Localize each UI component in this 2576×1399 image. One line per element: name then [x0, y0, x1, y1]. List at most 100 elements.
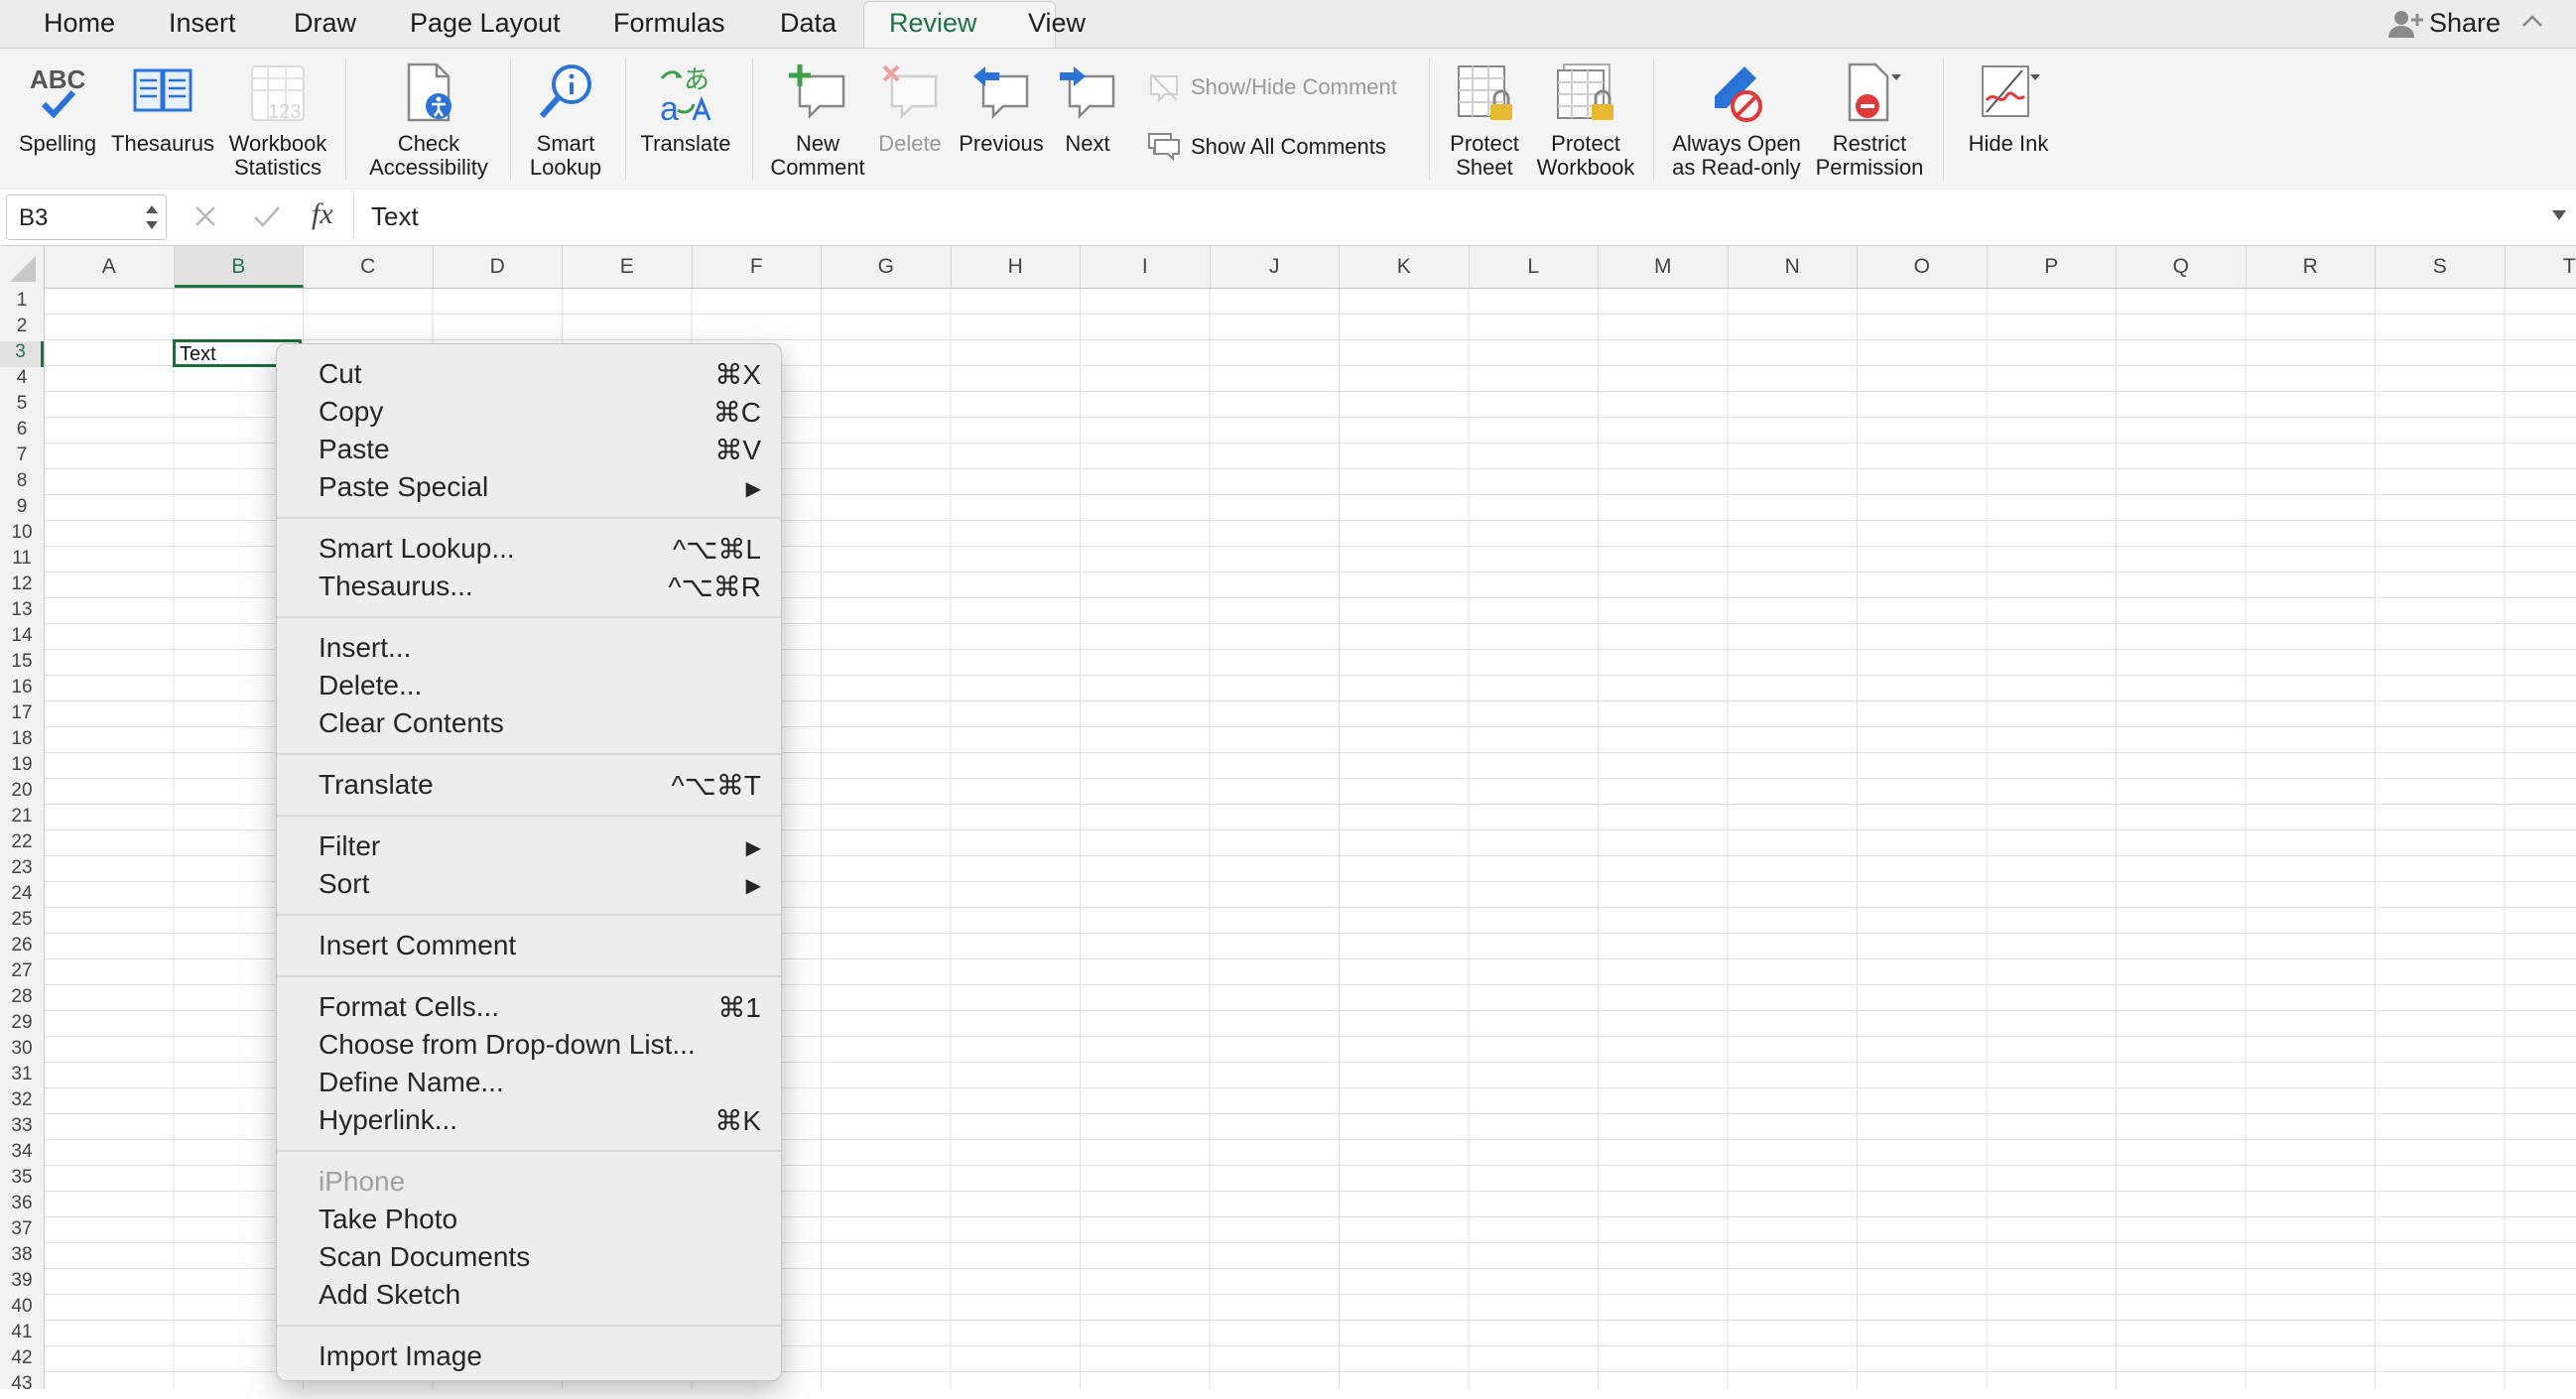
menu-item-hyperlink[interactable]: Hyperlink...⌘K	[277, 1100, 781, 1138]
check-accessibility-button[interactable]: CheckAccessibility	[357, 49, 500, 190]
column-header-g[interactable]: G	[822, 246, 952, 288]
row-header-21[interactable]: 21	[0, 806, 44, 831]
row-header-38[interactable]: 38	[0, 1244, 44, 1270]
restrict-permission-button[interactable]: RestrictPermission	[1806, 49, 1933, 190]
row-header-28[interactable]: 28	[0, 986, 44, 1012]
row-header-16[interactable]: 16	[0, 677, 44, 702]
column-header-j[interactable]: J	[1211, 246, 1341, 288]
menu-item-clear-contents[interactable]: Clear Contents	[277, 703, 781, 741]
confirm-entry-icon[interactable]	[252, 203, 282, 229]
column-header-n[interactable]: N	[1729, 246, 1859, 288]
menu-item-copy[interactable]: Copy⌘C	[277, 392, 781, 430]
row-header-9[interactable]: 9	[0, 496, 44, 522]
column-header-q[interactable]: Q	[2117, 246, 2247, 288]
row-header-35[interactable]: 35	[0, 1167, 44, 1193]
row-header-29[interactable]: 29	[0, 1012, 44, 1038]
row-header-5[interactable]: 5	[0, 393, 44, 419]
column-header-e[interactable]: E	[563, 246, 693, 288]
row-header-19[interactable]: 19	[0, 754, 44, 780]
row-header-34[interactable]: 34	[0, 1141, 44, 1167]
row-header-42[interactable]: 42	[0, 1347, 44, 1373]
menu-item-thesaurus[interactable]: Thesaurus...^⌥⌘R	[277, 567, 781, 604]
collapse-ribbon-chevron-icon[interactable]	[2520, 12, 2544, 32]
tab-review[interactable]: Review	[889, 8, 977, 39]
column-header-p[interactable]: P	[1988, 246, 2118, 288]
menu-item-paste[interactable]: Paste⌘V	[277, 430, 781, 467]
row-header-22[interactable]: 22	[0, 831, 44, 857]
column-header-b[interactable]: B	[175, 246, 305, 288]
tab-page-layout[interactable]: Page Layout	[410, 8, 561, 39]
menu-item-import-image[interactable]: Import Image	[277, 1336, 781, 1374]
tab-home[interactable]: Home	[44, 8, 115, 39]
row-header-14[interactable]: 14	[0, 625, 44, 651]
row-header-43[interactable]: 43	[0, 1373, 44, 1399]
select-all-corner[interactable]	[0, 246, 45, 288]
column-header-h[interactable]: H	[952, 246, 1082, 288]
row-header-10[interactable]: 10	[0, 522, 44, 548]
row-header-12[interactable]: 12	[0, 573, 44, 599]
row-header-4[interactable]: 4	[0, 367, 44, 393]
tab-formulas[interactable]: Formulas	[613, 8, 725, 39]
menu-item-cut[interactable]: Cut⌘X	[277, 354, 781, 392]
menu-item-choose-from-drop-down-list[interactable]: Choose from Drop-down List...	[277, 1025, 781, 1063]
menu-item-format-cells[interactable]: Format Cells...⌘1	[277, 987, 781, 1025]
formula-input[interactable]: Text	[371, 201, 419, 232]
column-header-a[interactable]: A	[45, 246, 175, 288]
cancel-entry-icon[interactable]	[193, 203, 218, 229]
row-header-39[interactable]: 39	[0, 1270, 44, 1296]
column-header-c[interactable]: C	[304, 246, 434, 288]
column-header-i[interactable]: I	[1081, 246, 1211, 288]
row-header-17[interactable]: 17	[0, 702, 44, 728]
show-all-comments-button[interactable]: Show All Comments	[1147, 128, 1415, 168]
row-header-26[interactable]: 26	[0, 935, 44, 960]
row-header-11[interactable]: 11	[0, 548, 44, 573]
row-header-32[interactable]: 32	[0, 1089, 44, 1115]
row-header-25[interactable]: 25	[0, 909, 44, 935]
menu-item-add-sketch[interactable]: Add Sketch	[277, 1275, 781, 1313]
menu-item-define-name[interactable]: Define Name...	[277, 1063, 781, 1100]
row-header-6[interactable]: 6	[0, 419, 44, 445]
show-hide-comment-button[interactable]: Show/Hide Comment	[1147, 68, 1415, 108]
tab-draw[interactable]: Draw	[294, 8, 356, 39]
delete-comment-button[interactable]: Delete	[867, 49, 953, 190]
row-header-1[interactable]: 1	[0, 290, 44, 316]
protect-sheet-button[interactable]: ProtectSheet	[1435, 49, 1534, 190]
hide-ink-button[interactable]: Hide Ink	[1949, 49, 2068, 190]
name-box-stepper-icon[interactable]	[144, 201, 160, 233]
row-header-7[interactable]: 7	[0, 445, 44, 470]
column-header-k[interactable]: K	[1340, 246, 1470, 288]
thesaurus-button[interactable]: Thesaurus	[107, 49, 218, 190]
row-header-33[interactable]: 33	[0, 1115, 44, 1141]
row-header-8[interactable]: 8	[0, 470, 44, 496]
new-comment-button[interactable]: NewComment	[760, 49, 875, 190]
menu-item-take-photo[interactable]: Take Photo	[277, 1200, 781, 1237]
row-header-2[interactable]: 2	[0, 316, 44, 341]
row-header-30[interactable]: 30	[0, 1038, 44, 1064]
column-header-l[interactable]: L	[1470, 246, 1600, 288]
expand-formula-bar-icon[interactable]	[2550, 207, 2568, 223]
column-header-m[interactable]: M	[1599, 246, 1729, 288]
row-header-31[interactable]: 31	[0, 1064, 44, 1089]
name-box[interactable]: B3	[6, 194, 167, 240]
menu-item-translate[interactable]: Translate^⌥⌘T	[277, 765, 781, 803]
column-header-r[interactable]: R	[2247, 246, 2377, 288]
row-header-24[interactable]: 24	[0, 883, 44, 909]
row-header-18[interactable]: 18	[0, 728, 44, 754]
row-header-37[interactable]: 37	[0, 1218, 44, 1244]
column-header-t[interactable]: T	[2506, 246, 2576, 288]
translate-button[interactable]: a あ Translate	[631, 49, 740, 190]
tab-view[interactable]: View	[1028, 8, 1086, 39]
row-header-13[interactable]: 13	[0, 599, 44, 625]
column-header-d[interactable]: D	[434, 246, 564, 288]
always-open-read-only-button[interactable]: Always Openas Read-only	[1667, 49, 1806, 190]
row-header-23[interactable]: 23	[0, 857, 44, 883]
workbook-statistics-button[interactable]: 123 WorkbookStatistics	[220, 49, 335, 190]
tab-insert[interactable]: Insert	[169, 8, 236, 39]
column-header-s[interactable]: S	[2376, 246, 2506, 288]
menu-item-filter[interactable]: Filter▶	[277, 827, 781, 864]
menu-item-delete[interactable]: Delete...	[277, 666, 781, 703]
previous-comment-button[interactable]: Previous	[953, 49, 1050, 190]
row-header-20[interactable]: 20	[0, 780, 44, 806]
column-header-f[interactable]: F	[693, 246, 823, 288]
smart-lookup-button[interactable]: SmartLookup	[518, 49, 613, 190]
